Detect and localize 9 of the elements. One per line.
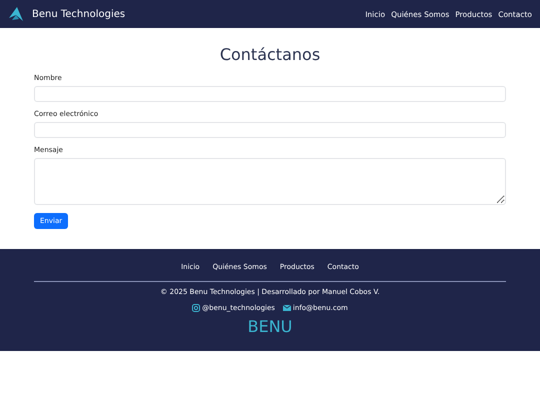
brand-name[interactable]: Benu Technologies: [32, 8, 126, 20]
input-field[interactable]: [34, 86, 506, 102]
logo-icon: [8, 6, 24, 22]
envelope-icon: [282, 305, 291, 311]
input-field[interactable]: [34, 122, 506, 138]
message-field[interactable]: [34, 158, 506, 205]
footer-logo: BENU: [248, 317, 292, 336]
page-title: Contáctanos: [218, 45, 322, 64]
instagram-icon: [192, 304, 200, 312]
